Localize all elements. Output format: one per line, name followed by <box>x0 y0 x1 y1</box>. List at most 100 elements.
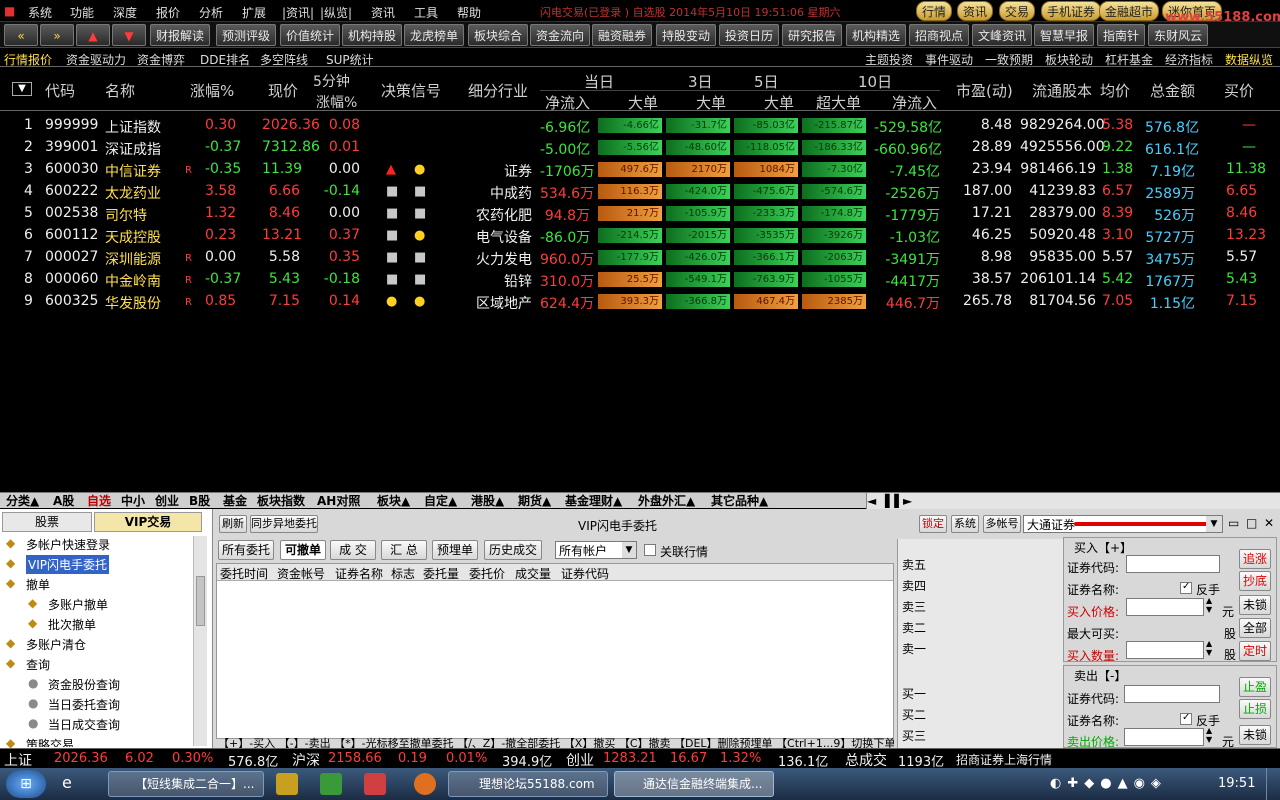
tree-fund-query[interactable]: 资金股份查询 <box>48 676 120 693</box>
table-row[interactable]: 9 600325 华发股份 R 0.85 7.15 0.14 区域地产 624.4万 446.7万… <box>0 291 1280 313</box>
down-button[interactable]: ▼ <box>112 24 146 46</box>
buy-code-input[interactable] <box>1126 555 1220 573</box>
tree-batch-cancel[interactable]: 批次撤单 <box>48 616 96 633</box>
tree-strategy[interactable]: 策略交易 <box>26 736 74 747</box>
sync-order-button[interactable]: 同步异地委托 <box>250 515 318 533</box>
header-float[interactable]: 流通股本 <box>1032 80 1092 101</box>
header-bid[interactable]: 买价 <box>1224 80 1254 101</box>
toolbar-button-inst-hold[interactable]: 机构持股 <box>342 24 403 46</box>
toolbar-button-wenfeng[interactable]: 文峰资讯 <box>972 24 1033 46</box>
menu-help[interactable]: 帮助 <box>457 4 481 21</box>
tree-cancel[interactable]: 撤单 <box>26 576 50 593</box>
header-5min-pct[interactable]: 涨幅% <box>316 92 357 112</box>
tab-preorder[interactable]: 预埋单 <box>432 540 478 560</box>
sheet-tab-scrollbar[interactable]: ◄ ▐▐ ► <box>866 493 1280 509</box>
tab-deals[interactable]: 成 交 <box>330 540 376 560</box>
tab-lever[interactable]: 杠杆基金 <box>1105 51 1153 68</box>
finance-market-button[interactable]: 金融超市 <box>1099 1 1160 21</box>
chase-up-button[interactable]: 追涨 <box>1239 549 1271 569</box>
tree-multi-clear[interactable]: 多账户清仓 <box>26 636 86 653</box>
header-industry[interactable]: 细分行业 <box>468 80 528 101</box>
link-quote-checkbox[interactable] <box>644 544 656 556</box>
toolbar-button-report[interactable]: 财报解读 <box>150 24 211 46</box>
col-flag[interactable]: 标志 <box>391 565 415 582</box>
sheet-tab[interactable]: B股 <box>189 493 210 509</box>
toolbar-button-compass[interactable]: 指南针 <box>1097 24 1146 46</box>
market-button[interactable]: 行情 <box>916 1 953 21</box>
menu-extend[interactable]: 扩展 <box>242 4 266 21</box>
next-page-button[interactable]: » <box>40 24 74 46</box>
stop-loss-button[interactable]: 止损 <box>1239 699 1271 719</box>
header-price[interactable]: 现价 <box>268 80 298 101</box>
sell-price-input[interactable] <box>1124 728 1204 746</box>
toolbar-button-inst-pick[interactable]: 机构精选 <box>846 24 907 46</box>
menu-depth[interactable]: 深度 <box>113 4 137 21</box>
toolbar-button-margin[interactable]: 融资融券 <box>592 24 653 46</box>
tab-fund-game[interactable]: 资金博弈 <box>137 51 185 68</box>
sheet-tab[interactable]: 其它品种▲ <box>711 493 768 509</box>
header-amount[interactable]: 总金额 <box>1150 80 1195 101</box>
sell-code-input[interactable] <box>1124 685 1220 703</box>
sheet-tab[interactable]: 基金 <box>223 493 247 509</box>
restore-icon[interactable]: ▭ <box>1228 516 1239 530</box>
tab-data-overview[interactable]: 数据纵览 <box>1225 51 1273 68</box>
buy-price-input[interactable] <box>1126 598 1204 616</box>
tab-vip-trade[interactable]: VIP交易 <box>94 512 202 532</box>
tab-dde[interactable]: DDE排名 <box>200 51 250 68</box>
table-row[interactable]: 5 002538 司尔特 1.32 8.46 0.00 农药化肥 94.8万 -1779万 17.… <box>0 203 1280 225</box>
account-select[interactable]: 所有帐户 ▼ <box>555 541 637 559</box>
buy-dip-button[interactable]: 抄底 <box>1239 571 1271 591</box>
browser-icon[interactable] <box>414 773 436 795</box>
refresh-button[interactable]: 刷新 <box>219 515 247 533</box>
tree-vip-flash[interactable]: VIP闪电手委托 <box>26 555 109 574</box>
tab-cancelable[interactable]: 可撤单 <box>280 540 326 560</box>
tab-event[interactable]: 事件驱动 <box>925 51 973 68</box>
left-scrollbar[interactable] <box>193 536 207 746</box>
sheet-tab[interactable]: 板块▲ <box>377 493 410 509</box>
taskbar-item-2[interactable]: 理想论坛55188.com <box>448 771 608 797</box>
table-row[interactable]: 1 999999 上证指数 0.30 2026.36 0.08 -6.96亿 -529.58亿… <box>0 115 1280 137</box>
col-order-qty[interactable]: 委托量 <box>423 565 459 582</box>
menu-overview[interactable]: |纵览| <box>320 4 352 21</box>
windows-start-icon[interactable]: ⊞ <box>6 770 46 798</box>
toolbar-button-eastmoney[interactable]: 东财风云 <box>1148 24 1209 46</box>
tab-macro[interactable]: 经济指标 <box>1165 51 1213 68</box>
buy-price-stepper-icon[interactable]: ▲ ▼ <box>1206 596 1212 614</box>
toolbar-button-cmb[interactable]: 招商视点 <box>909 24 970 46</box>
tree-query[interactable]: 查询 <box>26 656 50 673</box>
prev-page-button[interactable]: « <box>4 24 38 46</box>
buy-all-button[interactable]: 全部 <box>1239 618 1271 638</box>
toolbar-button-holding[interactable]: 持股变动 <box>656 24 717 46</box>
tab-fund-driver[interactable]: 资金驱动力 <box>66 51 126 68</box>
header-name[interactable]: 名称 <box>105 80 135 101</box>
close-icon[interactable]: ✕ <box>1264 516 1274 530</box>
sell-price-stepper-icon[interactable]: ▲ ▼ <box>1206 726 1212 744</box>
sheet-tab[interactable]: 外盘外汇▲ <box>638 493 695 509</box>
tab-history[interactable]: 历史成交 <box>484 540 542 560</box>
up-button[interactable]: ▲ <box>76 24 110 46</box>
toolbar-button-flow[interactable]: 资金流向 <box>530 24 591 46</box>
toolbar-button-rating[interactable]: 预测评级 <box>216 24 277 46</box>
sheet-tab[interactable]: 板块指数 <box>257 493 305 509</box>
lock-button[interactable]: 锁定 <box>919 515 947 533</box>
menu-tools[interactable]: 工具 <box>414 4 438 21</box>
col-deal-qty[interactable]: 成交量 <box>515 565 551 582</box>
tab-summary[interactable]: 汇 总 <box>381 540 427 560</box>
header-code[interactable]: 代码 <box>45 80 75 101</box>
left-scrollbar-thumb[interactable] <box>196 576 205 626</box>
toolbar-button-morning[interactable]: 智慧早报 <box>1034 24 1095 46</box>
sell-unlock-button[interactable]: 未锁 <box>1239 725 1271 745</box>
buy-unlock-button[interactable]: 未锁 <box>1239 595 1271 615</box>
sheet-tab[interactable]: 分类▲ <box>6 493 39 509</box>
tab-quote[interactable]: 行情报价 <box>4 51 52 68</box>
tree-deal-query[interactable]: 当日成交查询 <box>48 716 120 733</box>
system-button[interactable]: 系统 <box>951 515 979 533</box>
taskbar-item-1[interactable]: 【短线集成二合一】... <box>108 771 264 797</box>
col-fund-account[interactable]: 资金帐号 <box>277 565 325 582</box>
col-security-name[interactable]: 证券名称 <box>335 565 383 582</box>
tab-stock[interactable]: 股票 <box>2 512 92 532</box>
menu-quote[interactable]: 报价 <box>156 4 180 21</box>
table-row[interactable]: 7 000027 深圳能源 R 0.00 5.58 0.35 火力发电 960.0万 -3491万… <box>0 247 1280 269</box>
header-pe[interactable]: 市盈(动) <box>956 80 1013 101</box>
ie-icon[interactable]: e <box>62 773 72 792</box>
